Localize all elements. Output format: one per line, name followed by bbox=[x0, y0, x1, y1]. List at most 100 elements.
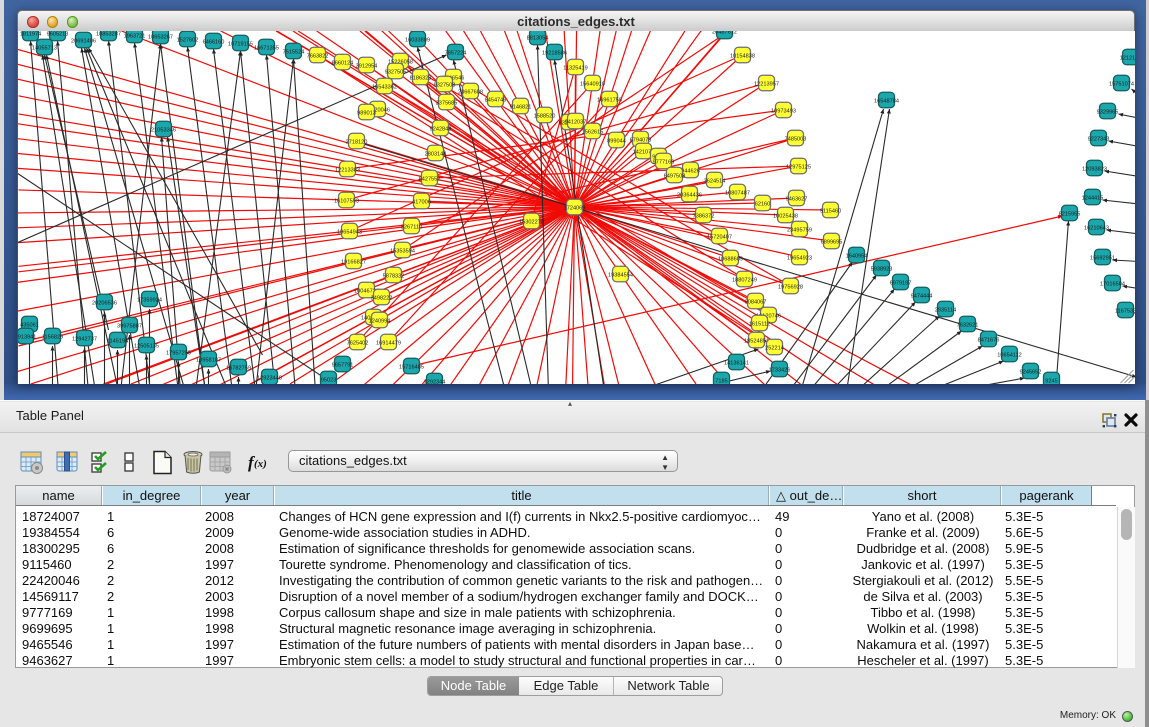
svg-text:19654943: 19654943 bbox=[337, 229, 362, 235]
svg-text:7485003: 7485003 bbox=[784, 136, 806, 142]
svg-text:19384554: 19384554 bbox=[608, 272, 633, 278]
svg-text:9327508: 9327508 bbox=[433, 82, 455, 88]
svg-text:23667608: 23667608 bbox=[458, 89, 483, 95]
svg-text:252214: 252214 bbox=[765, 345, 784, 351]
svg-text:989013: 989013 bbox=[357, 110, 376, 116]
svg-text:9474444: 9474444 bbox=[910, 293, 932, 299]
svg-text:1562615: 1562615 bbox=[581, 129, 603, 135]
svg-text:6899695: 6899695 bbox=[820, 239, 842, 245]
svg-text:17016504: 17016504 bbox=[1100, 281, 1125, 287]
svg-text:14136141: 14136141 bbox=[724, 360, 749, 366]
svg-text:10653267: 10653267 bbox=[148, 34, 173, 40]
svg-text:16543362: 16543362 bbox=[372, 84, 397, 90]
svg-text:16548784: 16548784 bbox=[874, 98, 899, 104]
svg-text:8427552: 8427552 bbox=[418, 176, 440, 182]
svg-text:1811974: 1811974 bbox=[19, 31, 40, 37]
svg-text:12213383: 12213383 bbox=[335, 167, 360, 173]
svg-text:1640954: 1640954 bbox=[845, 253, 867, 259]
svg-text:1615112: 1615112 bbox=[748, 321, 769, 327]
svg-text:10719155: 10719155 bbox=[228, 41, 253, 47]
svg-text:1212123: 1212123 bbox=[1119, 55, 1134, 61]
svg-text:10807487: 10807487 bbox=[725, 190, 750, 196]
svg-text:16107553: 16107553 bbox=[334, 198, 359, 204]
svg-text:15353594: 15353594 bbox=[390, 248, 415, 254]
svg-text:1244415: 1244415 bbox=[1081, 195, 1103, 201]
svg-text:15716485: 15716485 bbox=[399, 364, 424, 370]
svg-text:8267110: 8267110 bbox=[400, 224, 421, 230]
svg-text:16914479: 16914479 bbox=[376, 340, 401, 346]
svg-text:2935114: 2935114 bbox=[934, 307, 955, 313]
svg-text:(x): (x) bbox=[254, 458, 267, 470]
svg-text:6466160: 6466160 bbox=[202, 39, 224, 45]
svg-text:5878332: 5878332 bbox=[382, 273, 404, 279]
svg-text:12923448: 12923448 bbox=[257, 375, 282, 381]
svg-text:12975125: 12975125 bbox=[786, 164, 811, 170]
svg-text:9084067: 9084067 bbox=[744, 299, 766, 305]
svg-text:2803144: 2803144 bbox=[424, 151, 446, 157]
svg-text:9115460: 9115460 bbox=[819, 208, 840, 214]
svg-text:9777169: 9777169 bbox=[652, 159, 674, 165]
svg-text:2718120: 2718120 bbox=[345, 139, 367, 145]
svg-text:18524851: 18524851 bbox=[744, 338, 769, 344]
svg-text:14055713: 14055713 bbox=[32, 45, 57, 51]
svg-text:23495759: 23495759 bbox=[787, 227, 812, 233]
svg-text:3912954: 3912954 bbox=[355, 63, 377, 69]
svg-text:9146821: 9146821 bbox=[509, 104, 531, 110]
svg-text:10853287: 10853287 bbox=[96, 31, 121, 37]
svg-text:15302273: 15302273 bbox=[519, 219, 544, 225]
svg-text:1240994: 1240994 bbox=[368, 318, 390, 324]
svg-text:7515524: 7515524 bbox=[282, 49, 304, 55]
svg-text:8660124: 8660124 bbox=[331, 60, 353, 66]
svg-text:10958107: 10958107 bbox=[196, 357, 221, 363]
svg-text:19756928: 19756928 bbox=[778, 284, 803, 290]
svg-text:15640910: 15640910 bbox=[580, 81, 605, 87]
svg-text:417006: 417006 bbox=[412, 199, 431, 205]
svg-text:10973493: 10973493 bbox=[771, 108, 796, 114]
svg-text:899044: 899044 bbox=[607, 138, 626, 144]
svg-text:1145194: 1145194 bbox=[106, 338, 127, 344]
svg-text:8186323: 8186323 bbox=[409, 75, 431, 81]
svg-text:6979197: 6979197 bbox=[889, 280, 911, 286]
svg-text:20691406: 20691406 bbox=[71, 38, 96, 44]
svg-text:1167533: 1167533 bbox=[1114, 308, 1134, 314]
svg-text:9227343: 9227343 bbox=[1087, 136, 1109, 142]
svg-text:8813054: 8813054 bbox=[526, 35, 548, 41]
svg-text:3498222: 3498222 bbox=[370, 295, 392, 301]
svg-text:19166827: 19166827 bbox=[341, 259, 366, 265]
svg-text:9242848: 9242848 bbox=[429, 126, 451, 132]
svg-text:3375685: 3375685 bbox=[435, 100, 457, 106]
svg-text:10654112: 10654112 bbox=[997, 352, 1021, 358]
svg-text:9245: 9245 bbox=[1045, 378, 1057, 384]
svg-text:10025438: 10025438 bbox=[773, 213, 798, 219]
svg-text:1292344: 1292344 bbox=[423, 379, 445, 384]
svg-text:18807249: 18807249 bbox=[732, 277, 757, 283]
svg-text:1527602: 1527602 bbox=[176, 37, 198, 43]
svg-text:95023: 95023 bbox=[320, 377, 336, 383]
svg-text:9657791: 9657791 bbox=[331, 362, 353, 368]
svg-text:9329965: 9329965 bbox=[1096, 109, 1118, 115]
svg-text:435061: 435061 bbox=[20, 322, 39, 328]
svg-text:10154838: 10154838 bbox=[730, 53, 755, 59]
svg-text:7663822: 7663822 bbox=[306, 53, 328, 59]
svg-text:8454749: 8454749 bbox=[484, 97, 506, 103]
svg-text:17359924: 17359924 bbox=[137, 297, 162, 303]
svg-text:9463627: 9463627 bbox=[785, 196, 807, 202]
svg-text:12093823: 12093823 bbox=[1082, 166, 1107, 172]
svg-text:20364436: 20364436 bbox=[677, 192, 702, 198]
svg-text:9327505: 9327505 bbox=[384, 69, 406, 75]
svg-text:6794078: 6794078 bbox=[629, 137, 651, 143]
svg-text:10688609: 10688609 bbox=[718, 256, 743, 262]
svg-text:39975887: 39975887 bbox=[117, 323, 142, 329]
svg-text:7386372: 7386372 bbox=[692, 213, 714, 219]
svg-text:1733426: 1733426 bbox=[768, 367, 790, 373]
svg-text:1724069: 1724069 bbox=[563, 205, 585, 211]
svg-text:7857224: 7857224 bbox=[444, 50, 466, 56]
svg-text:12505135: 12505135 bbox=[134, 343, 159, 349]
svg-text:7185: 7185 bbox=[715, 378, 727, 384]
svg-text:9605213: 9605213 bbox=[46, 31, 68, 37]
svg-text:1156829: 1156829 bbox=[41, 334, 62, 340]
svg-text:19654923: 19654923 bbox=[787, 255, 812, 261]
svg-text:20206536: 20206536 bbox=[92, 300, 117, 306]
svg-text:5938923: 5938923 bbox=[870, 266, 892, 272]
svg-text:16961758: 16961758 bbox=[597, 97, 622, 103]
